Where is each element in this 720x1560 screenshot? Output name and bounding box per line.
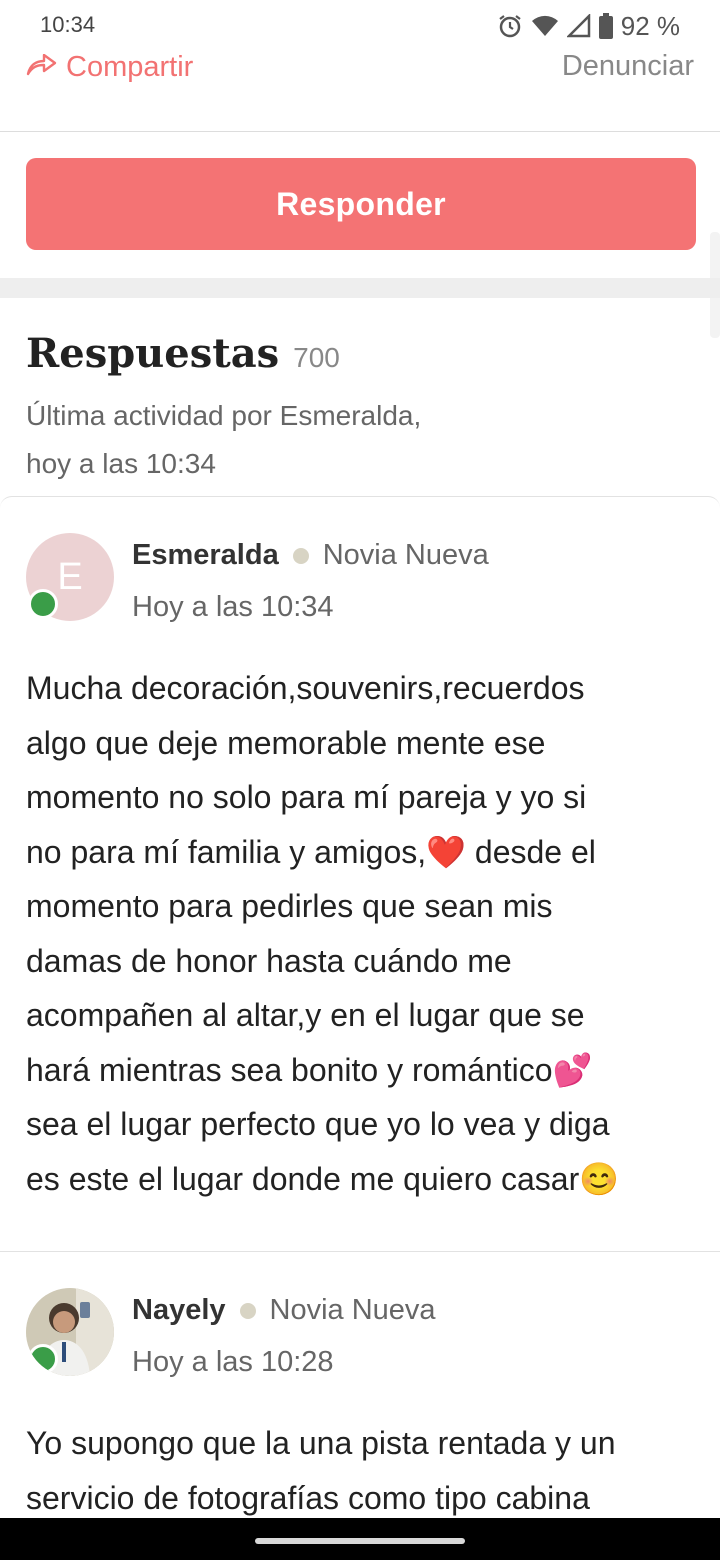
post-body: Yo supongo que la una pista rentada y un… bbox=[26, 1425, 616, 1516]
post-time: Hoy a las 10:34 bbox=[132, 591, 334, 623]
online-status-dot bbox=[28, 1344, 58, 1374]
share-icon bbox=[26, 50, 58, 84]
post-actions-row: Compartir Denunciar bbox=[0, 50, 720, 132]
wifi-icon bbox=[531, 14, 559, 38]
author-rank: Novia Nueva bbox=[269, 1294, 436, 1326]
author-line: Esmeralda Novia Nueva bbox=[132, 539, 489, 572]
last-activity-line1: Última actividad por Esmeralda, bbox=[26, 400, 422, 431]
signal-icon bbox=[566, 14, 591, 38]
section-divider bbox=[0, 278, 720, 298]
status-time: 10:34 bbox=[40, 12, 96, 37]
alarm-icon bbox=[497, 13, 523, 39]
last-activity-line2: hoy a las 10:34 bbox=[26, 448, 216, 479]
post-time: Hoy a las 10:28 bbox=[132, 1346, 334, 1378]
avatar-initial: E bbox=[57, 555, 83, 598]
replies-count: 700 bbox=[293, 342, 340, 373]
post-body: Mucha decoración,souvenirs,recuerdos alg… bbox=[26, 670, 620, 1197]
replies-title: Respuestas bbox=[26, 330, 280, 377]
status-icons: 92 % bbox=[497, 10, 680, 42]
online-status-dot bbox=[28, 589, 58, 619]
author-line: Nayely Novia Nueva bbox=[132, 1294, 436, 1327]
home-gesture-handle[interactable] bbox=[255, 1538, 465, 1544]
reply-button[interactable]: Responder bbox=[26, 158, 696, 250]
author-name[interactable]: Nayely bbox=[132, 1294, 226, 1327]
battery-percent: 92 % bbox=[620, 10, 680, 41]
avatar[interactable] bbox=[26, 1288, 114, 1376]
replies-header: Respuestas 700 bbox=[26, 330, 340, 377]
battery-icon bbox=[598, 13, 613, 39]
system-nav-bar bbox=[0, 1518, 720, 1560]
reply-post: E Esmeralda Novia Nueva Hoy a las 10:34 … bbox=[0, 496, 720, 1252]
report-button[interactable]: Denunciar bbox=[562, 50, 694, 83]
share-button[interactable]: Compartir bbox=[26, 50, 193, 84]
reply-post: Nayely Novia Nueva Hoy a las 10:28 Yo su… bbox=[0, 1252, 720, 1552]
author-rank: Novia Nueva bbox=[322, 539, 489, 571]
avatar[interactable]: E bbox=[26, 533, 114, 621]
share-label: Compartir bbox=[66, 50, 194, 83]
last-activity: Última actividad por Esmeralda, hoy a la… bbox=[26, 392, 546, 488]
rank-dot-icon bbox=[239, 1302, 256, 1319]
rank-dot-icon bbox=[292, 547, 309, 564]
status-bar: 10:34 92 % bbox=[0, 0, 720, 54]
author-name[interactable]: Esmeralda bbox=[132, 539, 279, 572]
